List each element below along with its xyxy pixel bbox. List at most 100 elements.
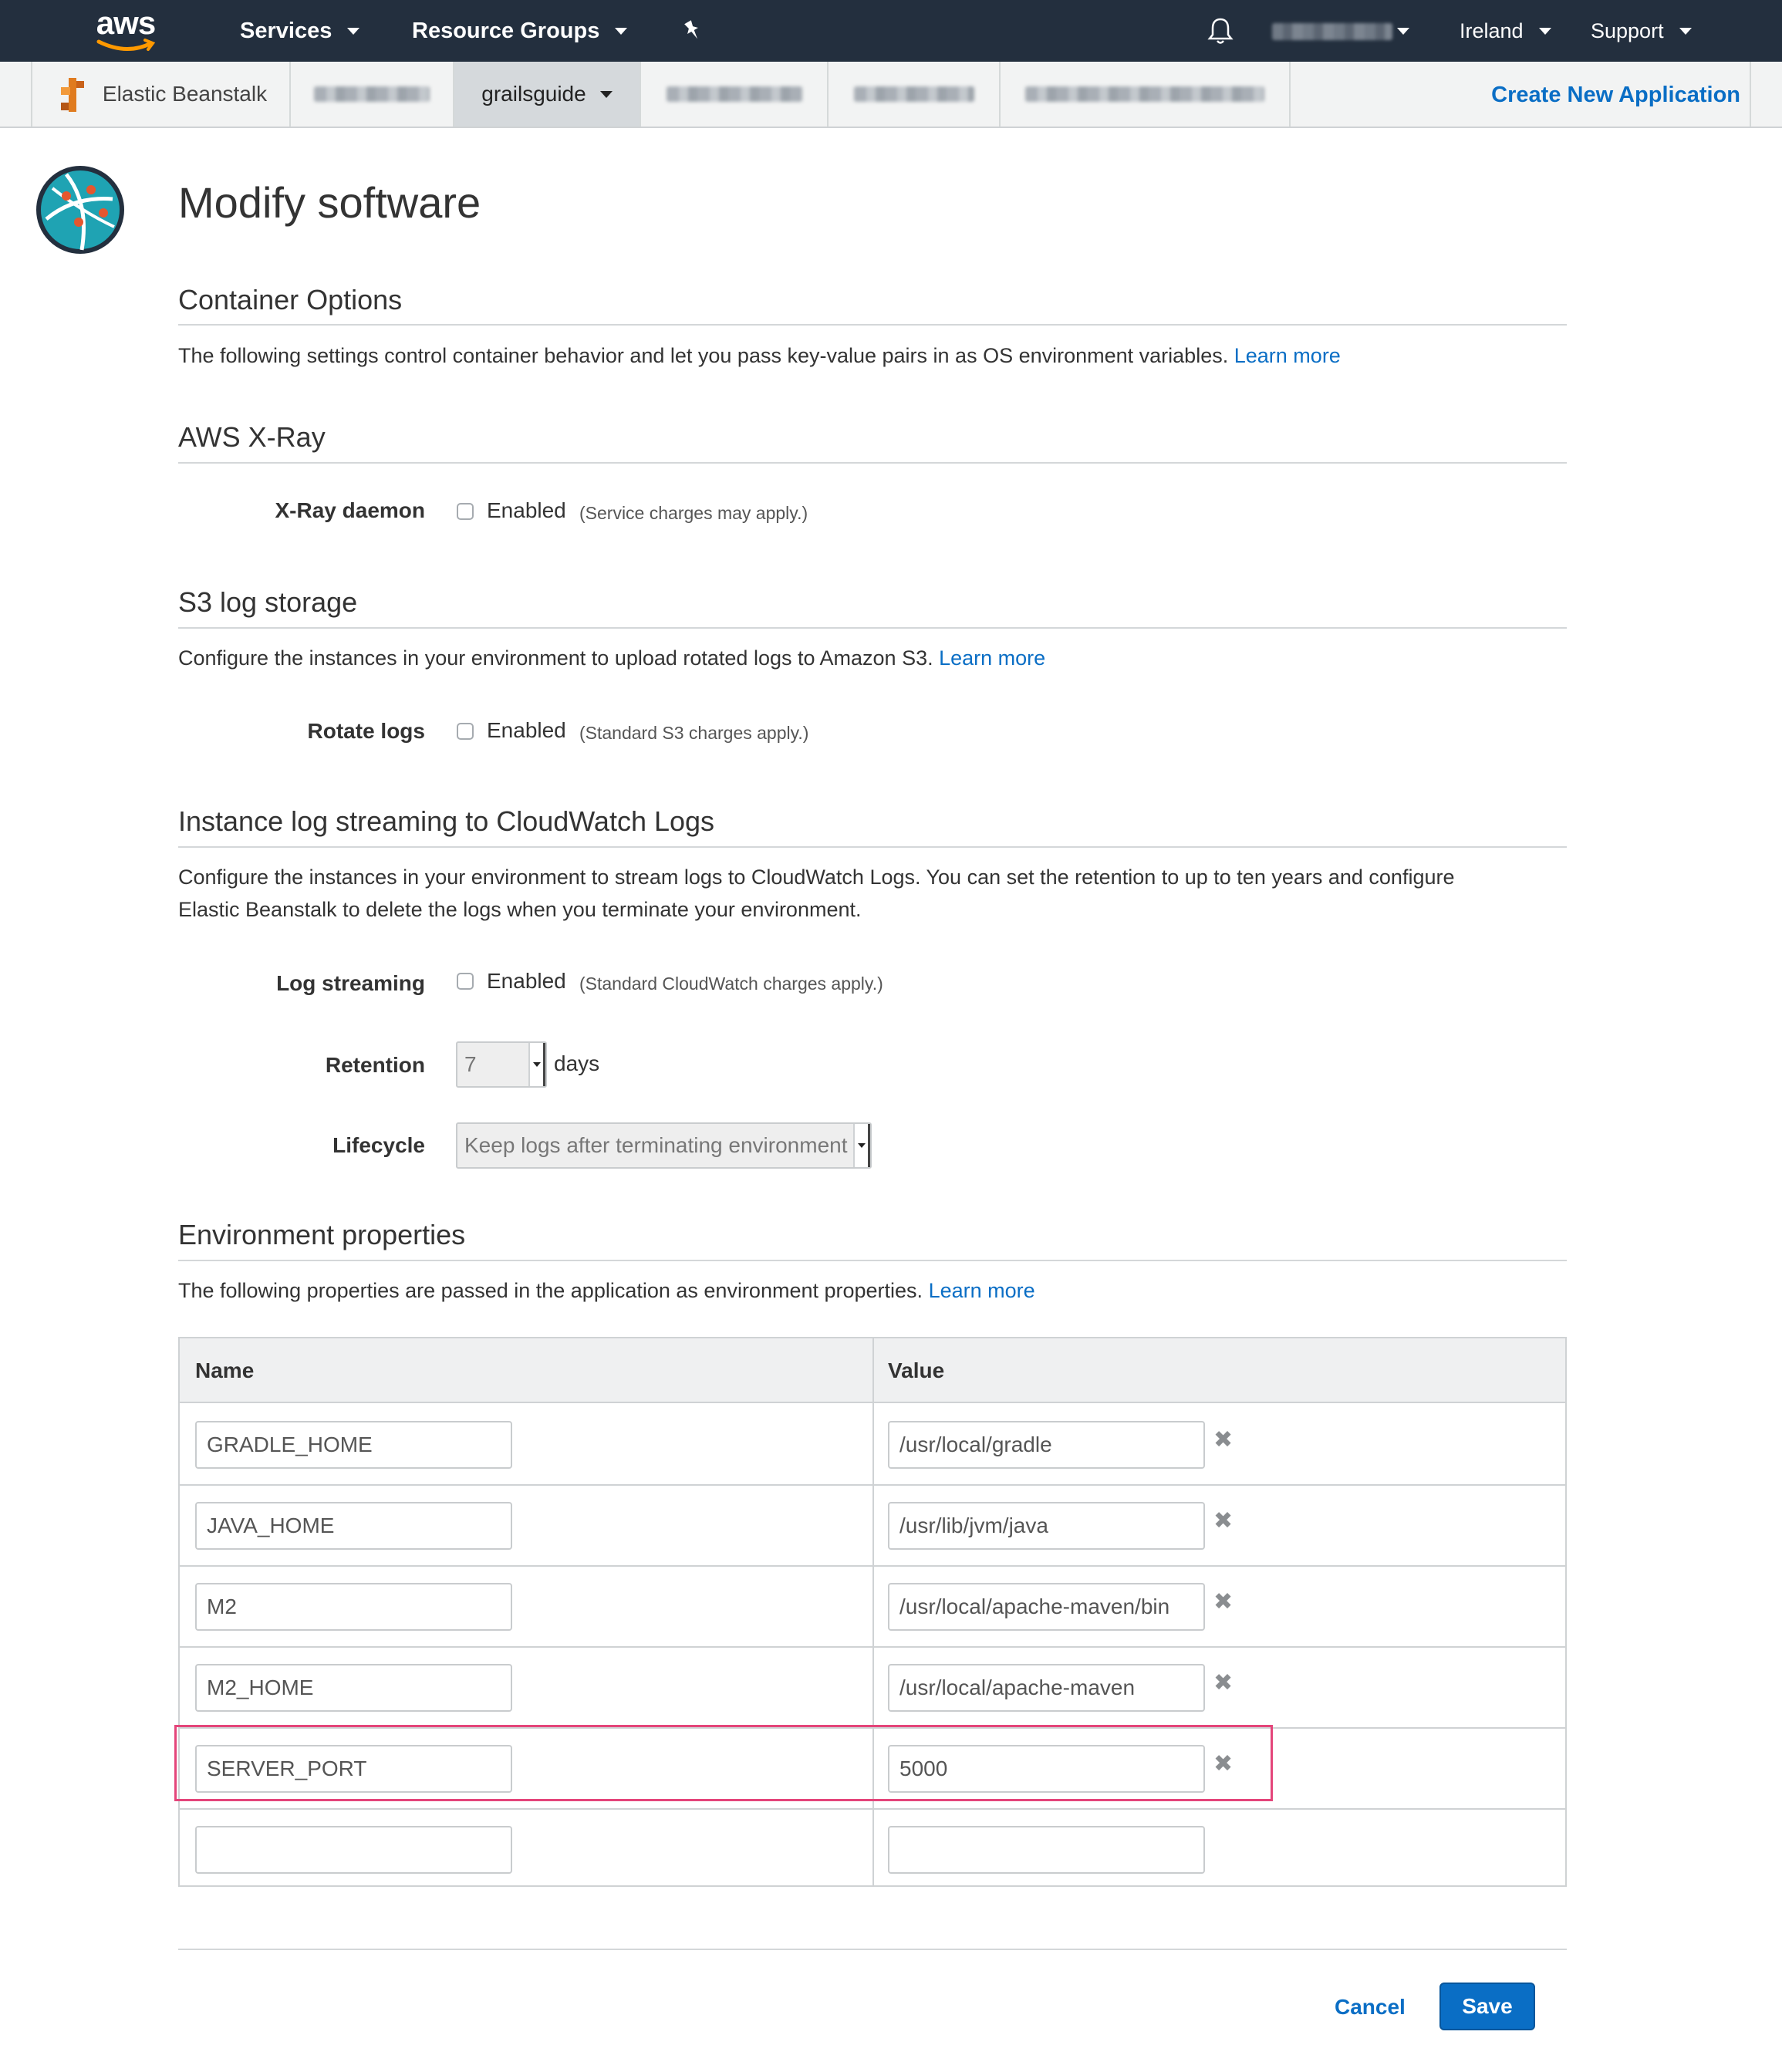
rotate-logs-label: Rotate logs <box>307 719 425 743</box>
table-row: ✖ <box>180 1567 1565 1648</box>
xray-section-title: AWS X-Ray <box>178 421 326 453</box>
page-title: Modify software <box>178 178 481 227</box>
env-section-title: Environment properties <box>178 1219 466 1250</box>
env-description: The following properties are passed in t… <box>178 1274 1582 1307</box>
save-button[interactable]: Save <box>1439 1983 1535 2030</box>
account-name-redacted[interactable] <box>1272 23 1392 40</box>
env-learn-more-link[interactable]: Learn more <box>929 1279 1035 1302</box>
redacted-text <box>666 86 802 102</box>
section-divider <box>178 324 1567 326</box>
log-streaming-checkbox[interactable] <box>457 973 474 990</box>
services-menu-label: Services <box>240 18 332 43</box>
resource-groups-menu[interactable]: Resource Groups <box>412 0 628 62</box>
redacted-text <box>853 86 974 102</box>
s3-description-text: Configure the instances in your environm… <box>178 646 933 670</box>
lifecycle-label: Lifecycle <box>332 1133 425 1157</box>
elastic-beanstalk-icon <box>60 78 84 112</box>
container-options-learn-more-link[interactable]: Learn more <box>1234 344 1341 367</box>
env-value-input[interactable] <box>888 1664 1205 1712</box>
support-menu[interactable]: Support <box>1591 0 1692 62</box>
tab-environment-redacted-3[interactable] <box>999 62 1291 127</box>
remove-x-icon[interactable]: ✖ <box>1213 1669 1233 1696</box>
env-name-input[interactable] <box>195 1583 512 1631</box>
retention-label: Retention <box>325 1053 425 1077</box>
tab-environment-redacted-1[interactable] <box>640 62 827 127</box>
xray-charges-note: (Service charges may apply.) <box>579 503 808 523</box>
account-menu-caret[interactable] <box>1397 0 1409 62</box>
table-row <box>180 1810 1565 1885</box>
tab-elastic-beanstalk[interactable]: Elastic Beanstalk <box>31 62 289 127</box>
s3-charges-note: (Standard S3 charges apply.) <box>579 723 809 743</box>
rotate-logs-enabled-label: Enabled <box>487 718 566 742</box>
tab-application-redacted-1[interactable] <box>289 62 453 127</box>
env-value-input[interactable] <box>888 1583 1205 1631</box>
log-streaming-label: Log streaming <box>276 971 425 995</box>
service-name: Elastic Beanstalk <box>102 82 268 106</box>
bell-icon[interactable] <box>1207 0 1234 62</box>
redacted-text <box>314 86 430 102</box>
services-menu[interactable]: Services <box>240 0 360 62</box>
table-row: ✖ <box>180 1486 1565 1567</box>
env-name-input[interactable] <box>195 1421 512 1469</box>
cloudwatch-charges-note: (Standard CloudWatch charges apply.) <box>579 974 883 994</box>
retention-select[interactable]: 7 <box>456 1041 547 1088</box>
retention-value: 7 <box>464 1052 477 1076</box>
aws-smile-icon <box>96 39 156 52</box>
env-value-input[interactable] <box>888 1826 1205 1874</box>
section-divider <box>178 462 1567 464</box>
cloudwatch-description-line-2: Elastic Beanstalk to delete the logs whe… <box>178 898 862 921</box>
xray-enabled-checkbox[interactable] <box>457 503 474 520</box>
env-value-input[interactable] <box>888 1421 1205 1469</box>
subnav-right-edge <box>1750 62 1782 127</box>
env-description-text: The following properties are passed in t… <box>178 1279 923 1302</box>
s3-learn-more-link[interactable]: Learn more <box>939 646 1045 670</box>
container-options-title: Container Options <box>178 284 403 316</box>
container-options-description: The following settings control container… <box>178 339 1582 372</box>
s3-description: Configure the instances in your environm… <box>178 642 1582 674</box>
lifecycle-value: Keep logs after terminating environment <box>464 1133 848 1157</box>
create-new-application-link[interactable]: Create New Application <box>1491 62 1740 128</box>
chevron-down-icon <box>1397 27 1409 35</box>
actions-divider <box>178 1949 1567 1950</box>
log-streaming-enabled-label: Enabled <box>487 969 566 993</box>
rotate-logs-checkbox[interactable] <box>457 723 474 740</box>
s3-section-title: S3 log storage <box>178 586 358 618</box>
env-name-input[interactable] <box>195 1502 512 1550</box>
table-row: ✖ <box>180 1648 1565 1729</box>
name-column-header: Name <box>195 1358 255 1382</box>
tab-environment-redacted-2[interactable] <box>827 62 999 127</box>
cloudwatch-section-title: Instance log streaming to CloudWatch Log… <box>178 805 715 837</box>
remove-x-icon[interactable]: ✖ <box>1213 1507 1233 1534</box>
env-name-input[interactable] <box>195 1826 512 1874</box>
retention-unit: days <box>554 1051 600 1075</box>
env-name-input[interactable] <box>195 1664 512 1712</box>
remove-x-icon[interactable]: ✖ <box>1213 1426 1233 1453</box>
highlight-box <box>174 1725 1273 1801</box>
resource-groups-menu-label: Resource Groups <box>412 18 600 43</box>
redacted-text <box>1025 86 1264 102</box>
aws-logo[interactable]: aws <box>91 3 160 57</box>
cancel-button[interactable]: Cancel <box>1335 1988 1406 2026</box>
region-menu-label: Ireland <box>1460 19 1524 42</box>
chevron-down-icon <box>615 27 628 35</box>
chevron-down-icon <box>347 27 360 35</box>
section-divider <box>178 627 1567 629</box>
pin-icon[interactable] <box>682 0 704 62</box>
lifecycle-select[interactable]: Keep logs after terminating environment <box>456 1122 872 1169</box>
network-globe-icon <box>36 166 124 254</box>
active-application-label: grailsguide <box>481 82 586 106</box>
remove-x-icon[interactable]: ✖ <box>1213 1588 1233 1615</box>
cloudwatch-description: Configure the instances in your environm… <box>178 861 1582 926</box>
container-options-text: The following settings control container… <box>178 344 1229 367</box>
tab-grailsguide[interactable]: grailsguide <box>453 62 640 127</box>
top-navigation-bar: aws Services Resource Groups Ireland Sup… <box>0 0 1782 62</box>
chevron-down-icon <box>1679 27 1692 35</box>
region-menu[interactable]: Ireland <box>1460 0 1551 62</box>
section-divider <box>178 1260 1567 1261</box>
cloudwatch-description-line-1: Configure the instances in your environm… <box>178 866 1455 889</box>
table-row: ✖ <box>180 1405 1565 1486</box>
environment-properties-table: Name Value ✖ ✖ ✖ ✖ ✖ <box>178 1337 1567 1887</box>
chevron-down-icon <box>528 1043 545 1086</box>
env-value-input[interactable] <box>888 1502 1205 1550</box>
section-divider <box>178 846 1567 848</box>
